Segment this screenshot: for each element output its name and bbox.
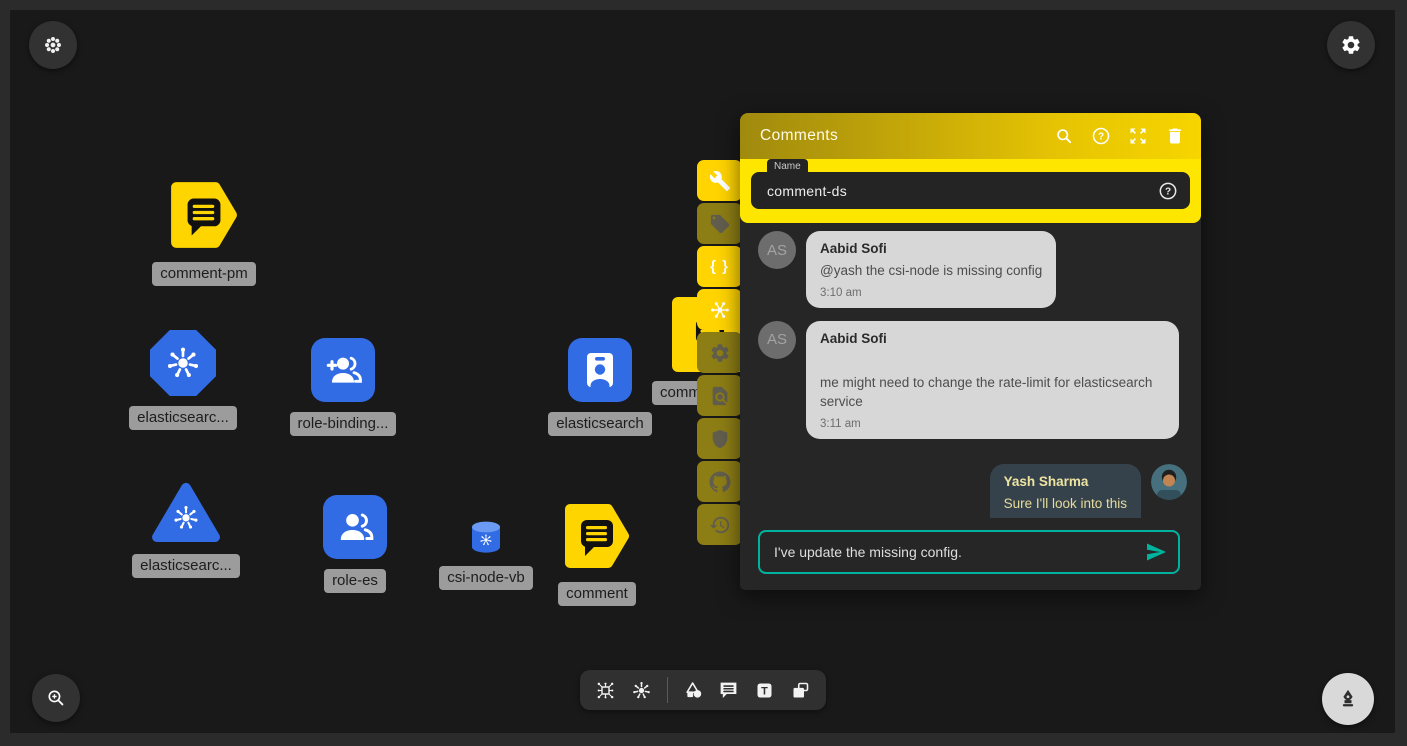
- component-icon[interactable]: [595, 680, 616, 701]
- settings-button[interactable]: [1327, 21, 1375, 69]
- node-elasticsearch-triangle[interactable]: elasticsearc...: [126, 480, 246, 578]
- frame-icon[interactable]: [790, 680, 811, 701]
- history-tool[interactable]: [697, 504, 742, 545]
- avatar-photo: [1151, 464, 1187, 500]
- comments-panel: Comments ? Name: [740, 113, 1201, 590]
- message-text: me might need to change the rate-limit f…: [820, 373, 1165, 412]
- message-bubble: Aabid Sofi me might need to change the r…: [806, 321, 1179, 439]
- message: AS Aabid Sofi me might need to change th…: [758, 321, 1187, 439]
- message-author: Yash Sharma: [1004, 474, 1127, 489]
- fullscreen-icon[interactable]: [1128, 126, 1148, 146]
- name-input[interactable]: [765, 182, 1158, 200]
- canvas-tools-dock: T: [580, 670, 826, 710]
- zoom-in-icon: [45, 687, 67, 709]
- comment-node-icon: [167, 178, 241, 252]
- app-window: comment-pm elasticsearc... role-binding.…: [0, 0, 1407, 746]
- messages-list[interactable]: AS Aabid Sofi @yash the csi-node is miss…: [740, 223, 1201, 518]
- comments-panel-header[interactable]: Comments ?: [740, 113, 1201, 159]
- kubernetes-icon[interactable]: [631, 680, 652, 701]
- gear-tool[interactable]: [697, 332, 742, 373]
- hub-tool[interactable]: [697, 289, 742, 330]
- hub-icon: [709, 299, 731, 321]
- name-field-label: Name: [767, 159, 808, 173]
- node-comment[interactable]: comment: [537, 500, 657, 606]
- node-label: role-binding...: [290, 412, 397, 436]
- message-bubble: Yash Sharma Sure I'll look into this 3:2…: [990, 464, 1141, 519]
- kubernetes-triangle-icon: [150, 480, 222, 544]
- node-role-binding[interactable]: role-binding...: [283, 338, 403, 436]
- node-label: comment: [558, 582, 636, 606]
- kanvas-flower-icon: [42, 34, 64, 56]
- message-text: @yash the csi-node is missing config: [820, 261, 1042, 281]
- node-label: elasticsearc...: [132, 554, 240, 578]
- github-tool[interactable]: [697, 461, 742, 502]
- design-canvas[interactable]: comment-pm elasticsearc... role-binding.…: [10, 10, 1395, 733]
- node-label: elasticsearc...: [129, 406, 237, 430]
- message: Yash Sharma Sure I'll look into this 3:2…: [758, 464, 1187, 519]
- send-icon[interactable]: [1144, 540, 1168, 564]
- message-text: Sure I'll look into this: [1004, 494, 1127, 514]
- toolbar-divider: [667, 677, 668, 703]
- role-binding-icon: [311, 338, 375, 402]
- message-author: Aabid Sofi: [820, 331, 1165, 346]
- text-tool-icon[interactable]: T: [754, 680, 775, 701]
- message: AS Aabid Sofi @yash the csi-node is miss…: [758, 231, 1187, 308]
- node-label: elasticsearch: [548, 412, 652, 436]
- shield-tool[interactable]: [697, 418, 742, 459]
- kanvas-logo-button[interactable]: [29, 21, 77, 69]
- node-elasticsearch-serviceaccount[interactable]: elasticsearch: [540, 338, 660, 436]
- message-author: Aabid Sofi: [820, 241, 1042, 256]
- chat-input[interactable]: [772, 543, 1144, 561]
- help-icon[interactable]: ?: [1091, 126, 1111, 146]
- doc-search-tool[interactable]: [697, 375, 742, 416]
- svg-text:?: ?: [1165, 186, 1171, 197]
- message-time: 3:10 am: [820, 287, 1042, 299]
- node-label: comment-pm: [152, 262, 256, 286]
- role-icon: [323, 495, 387, 559]
- search-icon[interactable]: [1054, 126, 1074, 146]
- tag-tool[interactable]: [697, 203, 742, 244]
- pen-tool-button[interactable]: [1322, 673, 1374, 725]
- node-label: csi-node-vb: [439, 566, 533, 590]
- node-label: role-es: [324, 569, 386, 593]
- node-elasticsearch-octagon[interactable]: elasticsearc...: [123, 330, 243, 430]
- chat-input-container: [758, 530, 1180, 574]
- node-comment-pm[interactable]: comment-pm: [144, 178, 264, 286]
- avatar-initials: AS: [758, 231, 796, 269]
- comment-tool-icon[interactable]: [718, 680, 739, 701]
- svg-text:T: T: [761, 685, 768, 697]
- comment-node-icon: [561, 500, 633, 572]
- braces-tool[interactable]: { }: [697, 246, 742, 287]
- braces-icon: { }: [710, 258, 729, 275]
- node-role-es[interactable]: role-es: [295, 495, 415, 593]
- zoom-button[interactable]: [32, 674, 80, 722]
- shapes-icon[interactable]: [683, 680, 704, 701]
- kubernetes-octagon-icon: [150, 330, 216, 396]
- service-account-badge-icon: [568, 338, 632, 402]
- field-help-icon[interactable]: ?: [1158, 181, 1178, 201]
- delete-icon[interactable]: [1165, 126, 1185, 146]
- panel-title: Comments: [760, 127, 838, 145]
- node-action-toolbar: { }: [697, 160, 742, 545]
- storage-cylinder-icon: [469, 520, 503, 556]
- wrench-tool[interactable]: [697, 160, 742, 201]
- node-csi-node-vb[interactable]: csi-node-vb: [426, 520, 546, 590]
- message-bubble: Aabid Sofi @yash the csi-node is missing…: [806, 231, 1056, 308]
- name-field: Name ?: [751, 172, 1190, 209]
- avatar-initials: AS: [758, 321, 796, 359]
- name-field-section: Name ?: [740, 159, 1201, 223]
- message-time: 3:11 am: [820, 418, 1165, 430]
- gear-icon: [1340, 34, 1362, 56]
- svg-text:?: ?: [1098, 132, 1104, 143]
- pen-nib-icon: [1337, 688, 1359, 710]
